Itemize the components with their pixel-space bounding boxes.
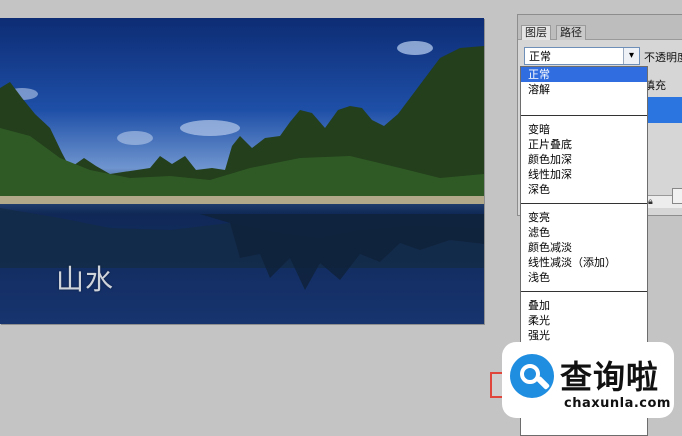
blend-option-darken[interactable]: 变暗: [521, 122, 647, 137]
dropdown-separator: [521, 203, 647, 204]
panel-edge-button[interactable]: [672, 188, 682, 204]
blend-option-hard-light[interactable]: 强光: [521, 328, 647, 343]
opacity-label: 不透明度: [644, 51, 682, 64]
watermark-logo: 查询啦 chaxunla.com: [502, 342, 674, 418]
canvas-image: 山水: [0, 18, 484, 324]
chevron-down-icon[interactable]: ▾: [623, 48, 639, 64]
tab-layers[interactable]: 图层: [521, 25, 551, 40]
blend-option-soft-light[interactable]: 柔光: [521, 313, 647, 328]
tab-paths[interactable]: 路径: [556, 25, 586, 40]
blend-option-screen[interactable]: 滤色: [521, 225, 647, 240]
selected-layer-row[interactable]: [648, 97, 682, 123]
search-icon: [510, 354, 554, 398]
fill-label: 填充: [644, 79, 666, 92]
blend-option-darker-color[interactable]: 深色: [521, 182, 647, 197]
blend-mode-select[interactable]: 正常 ▾: [524, 47, 640, 65]
blend-option-color-dodge[interactable]: 颜色减淡: [521, 240, 647, 255]
watermark-title: 查询啦: [560, 358, 660, 396]
panel-tabs: 图层 路径: [518, 15, 682, 40]
canvas-text-layer[interactable]: 山水: [56, 258, 114, 298]
watermark-url: chaxunla.com: [564, 396, 671, 411]
dropdown-separator: [521, 115, 647, 116]
blend-option-lighter-color[interactable]: 浅色: [521, 270, 647, 285]
blend-option-linear-burn[interactable]: 线性加深: [521, 167, 647, 182]
lock-icon[interactable]: 🔒︎: [648, 197, 653, 207]
blend-option-color-burn[interactable]: 颜色加深: [521, 152, 647, 167]
blend-option-normal[interactable]: 正常: [521, 67, 647, 82]
blend-option-lighten[interactable]: 变亮: [521, 210, 647, 225]
blend-option-dissolve[interactable]: 溶解: [521, 82, 647, 97]
blend-option-overlay[interactable]: 叠加: [521, 298, 647, 313]
blend-option-multiply[interactable]: 正片叠底: [521, 137, 647, 152]
blend-option-linear-dodge[interactable]: 线性减淡（添加）: [521, 255, 647, 270]
dropdown-separator: [521, 291, 647, 292]
blend-mode-value: 正常: [529, 50, 551, 63]
